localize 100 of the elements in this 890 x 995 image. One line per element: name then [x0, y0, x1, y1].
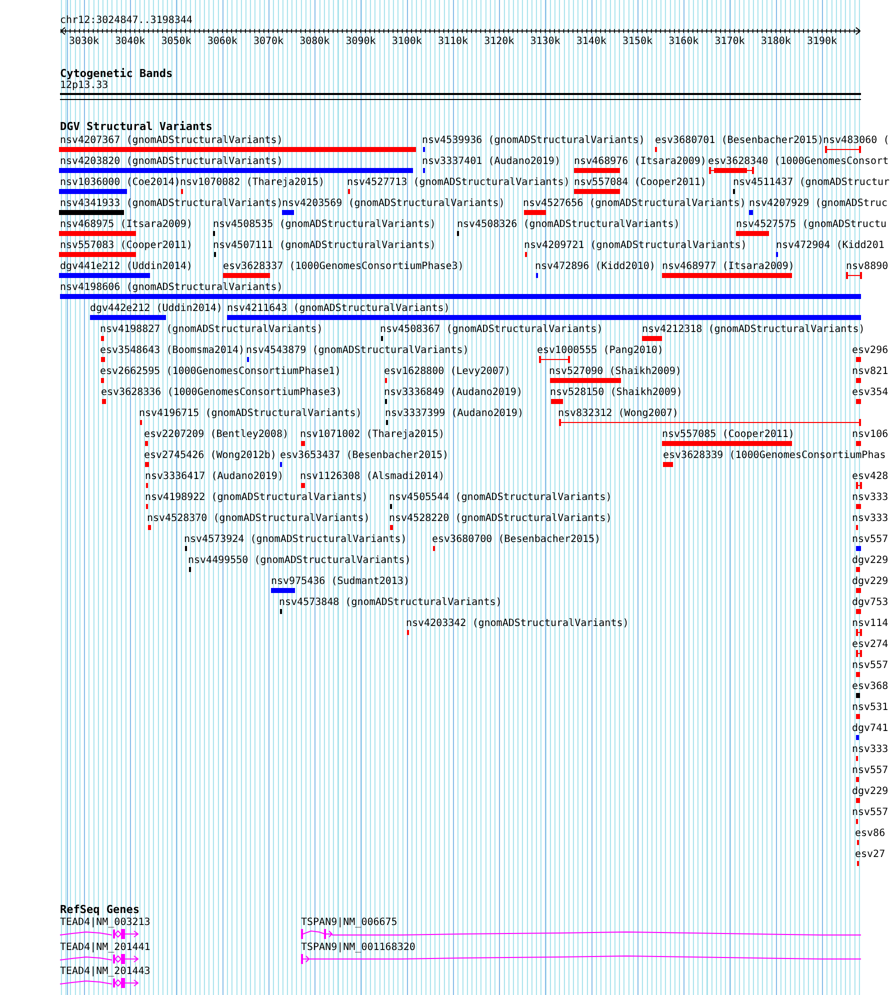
variant-label[interactable]: nsv4543879 (gnomADStructuralVariants)	[246, 345, 469, 356]
variant-label[interactable]: nsv114	[852, 618, 888, 629]
variant-label[interactable]: nsv468975 (Itsara2009)	[60, 219, 192, 230]
variant-label[interactable]: nsv3336849 (Audano2019)	[384, 387, 522, 398]
variant-label[interactable]: nsv4505544 (gnomADStructuralVariants)	[389, 492, 612, 503]
variant-bar[interactable]	[59, 252, 136, 257]
variant-bar[interactable]	[663, 462, 673, 467]
variant-bar[interactable]	[59, 189, 127, 194]
variant-bar[interactable]	[856, 441, 861, 446]
variant-label[interactable]: nsv4198606 (gnomADStructuralVariants)	[60, 282, 283, 293]
variant-bar[interactable]	[551, 399, 563, 404]
variant-span[interactable]	[559, 419, 861, 426]
variant-label[interactable]: esv3653437 (Besenbacher2015)	[280, 450, 449, 461]
variant-label[interactable]: esv368	[852, 681, 888, 692]
variant-label[interactable]: nsv333	[852, 513, 888, 524]
variant-bar[interactable]	[101, 357, 105, 362]
variant-span[interactable]	[856, 629, 862, 636]
variant-label[interactable]: nsv333	[852, 744, 888, 755]
variant-label[interactable]: nsv4196715 (gnomADStructuralVariants)	[139, 408, 362, 419]
variant-label[interactable]: nsv4528370 (gnomADStructuralVariants)	[147, 513, 370, 524]
variant-label[interactable]: esv3680700 (Besenbacher2015)	[432, 534, 601, 545]
variant-label[interactable]: esv3548643 (Boomsma2014)	[100, 345, 244, 356]
variant-bar[interactable]	[856, 777, 859, 782]
variant-label[interactable]: nsv528150 (Shaikh2009)	[550, 387, 682, 398]
variant-label[interactable]: nsv4507111 (gnomADStructuralVariants)	[213, 240, 436, 251]
variant-label[interactable]: nsv1036000 (Coe2014)	[60, 177, 180, 188]
variant-label[interactable]: nsv1126308 (Alsmadi2014)	[300, 471, 444, 482]
variant-bar[interactable]	[550, 378, 621, 383]
variant-label[interactable]: nsv557084 (Cooper2011)	[574, 177, 706, 188]
variant-bar[interactable]	[101, 378, 104, 383]
variant-span[interactable]	[539, 356, 570, 363]
variant-label[interactable]: nsv557083 (Cooper2011)	[60, 240, 192, 251]
variant-label[interactable]: nsv4573848 (gnomADStructuralVariants)	[279, 597, 502, 608]
variant-label[interactable]: nsv4198922 (gnomADStructuralVariants)	[145, 492, 368, 503]
variant-label[interactable]: nsv468976 (Itsara2009)	[574, 156, 706, 167]
variant-label[interactable]: nsv4198827 (gnomADStructuralVariants)	[100, 324, 323, 335]
variant-bar[interactable]	[145, 441, 148, 446]
variant-label[interactable]: nsv3337401 (Audano2019)	[422, 156, 560, 167]
variant-bar[interactable]	[301, 483, 305, 488]
variant-label[interactable]: nsv821	[852, 366, 888, 377]
variant-label[interactable]: nsv472896 (Kidd2010)	[535, 261, 656, 272]
variant-label[interactable]: nsv557085 (Cooper2011)	[662, 429, 794, 440]
gene-label[interactable]: TEAD4|NM_003213	[60, 917, 150, 928]
variant-bar[interactable]	[856, 672, 860, 677]
gene-label[interactable]: TEAD4|NM_201441	[60, 942, 150, 952]
variant-label[interactable]: nsv557	[852, 660, 888, 671]
variant-bar[interactable]	[642, 336, 662, 341]
variant-bar[interactable]	[856, 378, 861, 383]
variant-label[interactable]: nsv4203820 (gnomADStructuralVariants)	[60, 156, 283, 167]
variant-bar[interactable]	[148, 525, 151, 530]
variant-bar[interactable]	[59, 147, 416, 152]
variant-label[interactable]: nsv4207929 (gnomADStruc	[749, 198, 888, 209]
variant-bar[interactable]	[574, 189, 620, 194]
variant-label[interactable]: esv3628340 (1000GenomesConsort	[708, 156, 889, 167]
variant-label[interactable]: esv2207209 (Bentley2008)	[144, 429, 288, 440]
variant-bar[interactable]	[736, 231, 769, 236]
variant-label[interactable]: esv3628337 (1000GenomesConsortiumPhase3)	[223, 261, 464, 272]
variant-label[interactable]: nsv472904 (Kidd201	[776, 240, 884, 251]
variant-label[interactable]: nsv4212318 (gnomADStructuralVariants)	[642, 324, 865, 335]
variant-bar[interactable]	[271, 588, 295, 593]
variant-bar[interactable]	[145, 462, 149, 467]
variant-bar[interactable]	[59, 168, 413, 173]
variant-label[interactable]: nsv106	[852, 429, 888, 440]
variant-label[interactable]: nsv3336417 (Audano2019)	[145, 471, 284, 482]
variant-label[interactable]: esv2745426 (Wong2012b)	[144, 450, 276, 461]
variant-bar[interactable]	[856, 714, 860, 719]
variant-bar[interactable]	[390, 525, 393, 530]
variant-label[interactable]: nsv1071002 (Thareja2015)	[300, 429, 444, 440]
variant-bar[interactable]	[59, 273, 150, 278]
variant-label[interactable]: nsv4511437 (gnomADStructur	[733, 177, 890, 188]
variant-label[interactable]: nsv4341933 (gnomADStructuralVariants)	[60, 198, 283, 209]
variant-bar[interactable]	[223, 273, 270, 278]
gene-label[interactable]: TSPAN9|NM_001168320	[301, 942, 416, 952]
variant-span[interactable]	[846, 272, 862, 279]
variant-label[interactable]: nsv3337399 (Audano2019)	[385, 408, 524, 419]
variant-label[interactable]: dgv442e212 (Uddin2014)	[90, 303, 222, 314]
variant-span[interactable]	[825, 146, 861, 153]
variant-label[interactable]: dgv441e212 (Uddin2014)	[60, 261, 192, 272]
variant-label[interactable]: nsv531	[852, 702, 888, 713]
variant-bar[interactable]	[856, 399, 861, 404]
variant-label[interactable]: esv428	[852, 471, 888, 482]
variant-label[interactable]: esv86	[855, 828, 886, 839]
variant-bar[interactable]	[59, 210, 124, 215]
variant-label[interactable]: nsv4499550 (gnomADStructuralVariants)	[188, 555, 411, 566]
variant-label[interactable]: dgv753	[852, 597, 888, 608]
variant-label[interactable]: dgv229	[852, 786, 888, 797]
variant-label[interactable]: dgv741	[852, 723, 888, 734]
variant-bar[interactable]	[102, 399, 106, 404]
variant-label[interactable]: nsv4508326 (gnomADStructuralVariants)	[457, 219, 680, 230]
variant-label[interactable]: esv1000555 (Pang2010)	[537, 345, 664, 356]
variant-label[interactable]: nsv4573924 (gnomADStructuralVariants)	[184, 534, 407, 545]
variant-label[interactable]: nsv4528220 (gnomADStructuralVariants)	[389, 513, 612, 524]
variant-label[interactable]: esv27	[855, 849, 886, 860]
variant-bar[interactable]	[749, 210, 753, 215]
variant-label[interactable]: nsv557	[852, 534, 888, 545]
variant-bar[interactable]	[856, 588, 861, 593]
variant-label[interactable]: nsv468977 (Itsara2009)	[662, 261, 794, 272]
variant-bar[interactable]	[856, 504, 861, 509]
variant-bar[interactable]	[574, 168, 620, 173]
variant-label[interactable]: nsv8890	[846, 261, 888, 272]
